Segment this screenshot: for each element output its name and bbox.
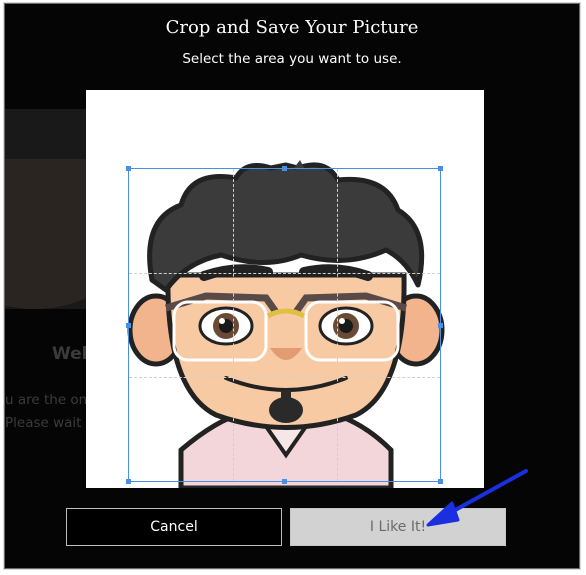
cancel-button[interactable]: Cancel bbox=[66, 508, 282, 546]
background-welcome-heading: Wel bbox=[52, 344, 88, 364]
dialog-subtitle: Select the area you want to use. bbox=[182, 51, 402, 67]
background-text-line: u are the onl bbox=[5, 392, 91, 408]
crop-handle-top-left[interactable] bbox=[126, 166, 131, 171]
crop-handle-bottom-left[interactable] bbox=[126, 479, 131, 484]
crop-handle-top-right[interactable] bbox=[438, 166, 443, 171]
crop-selection-box[interactable] bbox=[126, 166, 443, 484]
crop-canvas[interactable] bbox=[86, 90, 484, 488]
crop-grid-line bbox=[337, 169, 338, 481]
crop-grid-line bbox=[129, 377, 440, 378]
dialog-title: Crop and Save Your Picture bbox=[165, 17, 419, 38]
crop-handle-bottom[interactable] bbox=[282, 479, 287, 484]
background-text-line: Please wait w bbox=[5, 415, 97, 431]
crop-handle-left[interactable] bbox=[126, 323, 131, 328]
i-like-it-button[interactable]: I Like It! bbox=[290, 508, 506, 546]
crop-grid-line bbox=[233, 169, 234, 481]
crop-handle-top[interactable] bbox=[282, 166, 287, 171]
crop-handle-bottom-right[interactable] bbox=[438, 479, 443, 484]
crop-dialog-overlay: Wel u are the onl Please wait w Crop and… bbox=[4, 3, 580, 569]
crop-grid-line bbox=[129, 273, 440, 274]
crop-handle-right[interactable] bbox=[438, 323, 443, 328]
